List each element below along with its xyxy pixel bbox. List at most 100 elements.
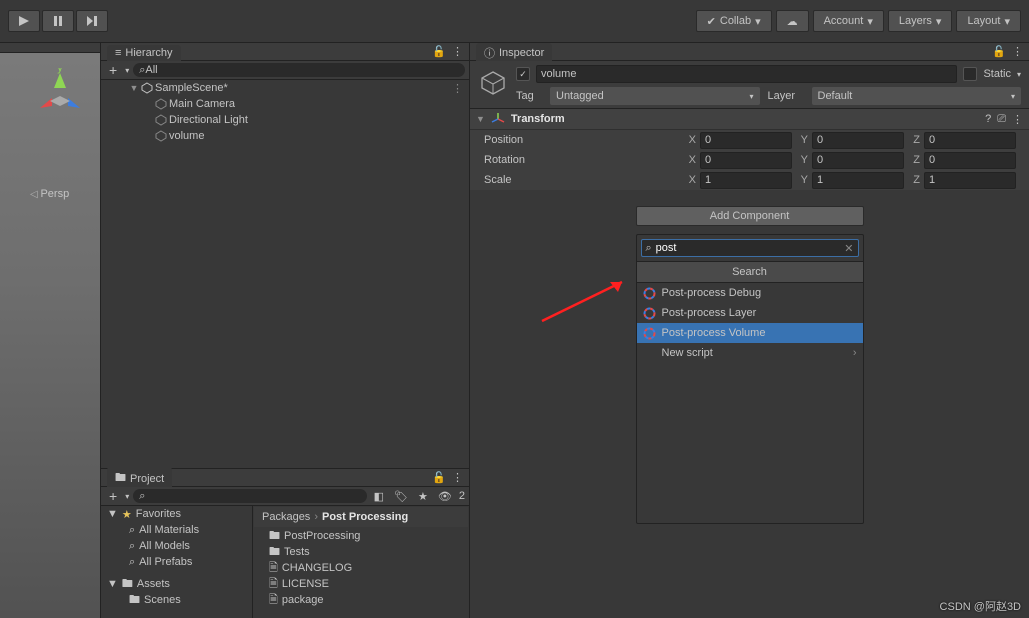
assets-header[interactable]: ▼🖿Assets (101, 576, 252, 592)
project-tree[interactable]: ▼★Favorites ⌕All Materials ⌕All Models ⌕… (101, 506, 253, 618)
layers-dropdown[interactable]: Layers ▾ (888, 10, 953, 32)
component-header[interactable]: ▼ Transform ?⎚⋮ (470, 109, 1029, 130)
new-script-item[interactable]: New script› (637, 343, 863, 363)
static-checkbox[interactable] (963, 67, 977, 81)
add-button[interactable]: + (105, 63, 121, 77)
info-icon: ⓘ (484, 45, 495, 61)
scene-item[interactable]: ▼ SampleScene* ⋮ (101, 80, 469, 96)
postprocess-icon (643, 307, 656, 320)
scene-view[interactable]: y ◁ Persp (0, 53, 100, 618)
breadcrumb-item[interactable]: Packages (262, 511, 310, 523)
position-x[interactable]: 0 (700, 132, 792, 149)
menu-icon[interactable]: ⋮ (452, 471, 463, 484)
hierarchy-search[interactable]: ⌕ All (133, 63, 465, 77)
clear-icon[interactable]: ✕ (844, 242, 853, 255)
tag-dropdown[interactable]: Untagged▾ (550, 87, 760, 105)
hierarchy-item[interactable]: Main Camera (101, 96, 469, 112)
component-item[interactable]: Post-process Layer (637, 303, 863, 323)
favorite-item[interactable]: ⌕All Prefabs (101, 554, 252, 570)
layout-dropdown[interactable]: Layout ▾ (956, 10, 1021, 32)
component-item[interactable]: Post-process Volume (637, 323, 863, 343)
inspector-tab-bar: ⓘInspector 🔓 ⋮ (470, 43, 1029, 61)
position-y[interactable]: 0 (812, 132, 904, 149)
component-item[interactable]: Post-process Debug (637, 283, 863, 303)
orientation-gizmo[interactable]: y (30, 68, 90, 128)
transform-icon (491, 112, 505, 126)
step-button[interactable] (76, 10, 108, 32)
list-item[interactable]: 🖿PostProcessing (253, 528, 469, 544)
scale-z[interactable]: 1 (924, 172, 1016, 189)
project-search[interactable]: ⌕ (133, 489, 366, 503)
foldout-icon[interactable]: ▼ (129, 83, 139, 93)
folder-icon: 🖿 (129, 591, 140, 610)
play-button[interactable] (8, 10, 40, 32)
hidden-icon[interactable]: 👁 (435, 490, 455, 503)
rotation-y[interactable]: 0 (812, 152, 904, 169)
check-icon: ✔ (707, 15, 716, 28)
hierarchy-tab[interactable]: ≡Hierarchy (107, 45, 181, 61)
hierarchy-item[interactable]: Directional Light (101, 112, 469, 128)
caret-down-icon: ▾ (1004, 15, 1010, 28)
search-icon: ⌕ (646, 242, 652, 255)
caret-down-icon: ▾ (936, 15, 942, 28)
favorite-item[interactable]: ⌕All Models (101, 538, 252, 554)
chevron-right-icon: › (853, 347, 857, 359)
lock-icon[interactable]: 🔓 (432, 471, 446, 484)
menu-icon[interactable]: ⋮ (446, 82, 469, 95)
transform-component: ▼ Transform ?⎚⋮ PositionX0Y0Z0 RotationX… (470, 109, 1029, 190)
hierarchy-tree[interactable]: ▼ SampleScene* ⋮ Main Camera Directional… (101, 80, 469, 468)
asset-folder[interactable]: 🖿Scenes (101, 592, 252, 608)
list-item[interactable]: 🗎LICENSE (253, 576, 469, 592)
main-toolbar: ✔Collab▾ ☁ Account ▾ Layers ▾ Layout ▾ (0, 0, 1029, 43)
account-dropdown[interactable]: Account ▾ (813, 10, 884, 32)
foldout-icon[interactable]: ▼ (476, 114, 485, 124)
gameobject-icon (155, 114, 167, 126)
caret-down-icon[interactable]: ▾ (1017, 70, 1021, 79)
file-icon: 🗎 (269, 591, 278, 610)
folder-icon: 🖿 (115, 469, 126, 488)
gameobject-icon[interactable] (478, 65, 508, 101)
inspector-tab[interactable]: ⓘInspector (476, 43, 552, 63)
scale-x[interactable]: 1 (700, 172, 792, 189)
list-item[interactable]: 🖿Tests (253, 544, 469, 560)
breadcrumb-item[interactable]: Post Processing (322, 511, 408, 523)
collab-dropdown[interactable]: ✔Collab▾ (696, 10, 772, 32)
pause-button[interactable] (42, 10, 74, 32)
rotation-z[interactable]: 0 (924, 152, 1016, 169)
scale-y[interactable]: 1 (812, 172, 904, 189)
menu-icon[interactable]: ⋮ (452, 45, 463, 58)
tag-label: Tag (516, 90, 542, 102)
menu-icon[interactable]: ⋮ (1012, 113, 1023, 126)
position-z[interactable]: 0 (924, 132, 1016, 149)
svg-text:y: y (57, 68, 63, 74)
add-component-button[interactable]: Add Component (636, 206, 864, 226)
project-panel: 🖿Project 🔓⋮ +▾ ⌕ ◧ 🏷 ★ 👁2 ▼★Favorites ⌕A… (101, 468, 469, 618)
project-content[interactable]: Packages›Post Processing 🖿PostProcessing… (253, 506, 469, 618)
hierarchy-item[interactable]: volume (101, 128, 469, 144)
cloud-icon: ☁ (787, 15, 798, 28)
menu-icon[interactable]: ⋮ (1012, 45, 1023, 58)
caret-down-icon: ▾ (867, 15, 873, 28)
help-icon[interactable]: ? (985, 113, 991, 126)
rotation-x[interactable]: 0 (700, 152, 792, 169)
favorite-item[interactable]: ⌕All Materials (101, 522, 252, 538)
list-item[interactable]: 🗎CHANGELOG (253, 560, 469, 576)
favorites-header[interactable]: ▼★Favorites (101, 506, 252, 522)
lock-icon[interactable]: 🔓 (992, 45, 1006, 58)
active-checkbox[interactable]: ✓ (516, 67, 530, 81)
label-icon[interactable]: 🏷 (391, 490, 411, 503)
name-field[interactable]: volume (536, 65, 957, 83)
cloud-button[interactable]: ☁ (776, 10, 809, 32)
add-button[interactable]: + (105, 489, 121, 503)
component-search[interactable]: ⌕ ✕ (641, 239, 859, 257)
arrow-annotation (532, 276, 632, 326)
search-icon: ⌕ (139, 490, 145, 503)
layer-dropdown[interactable]: Default▾ (812, 87, 1022, 105)
search-icon: ⌕ (129, 556, 135, 569)
list-item[interactable]: 🗎package (253, 592, 469, 608)
lock-icon[interactable]: 🔓 (432, 45, 446, 58)
search-input[interactable] (656, 242, 841, 254)
preset-icon[interactable]: ⎚ (997, 113, 1006, 126)
star-icon[interactable]: ★ (415, 490, 431, 503)
filter-icon[interactable]: ◧ (371, 490, 387, 503)
